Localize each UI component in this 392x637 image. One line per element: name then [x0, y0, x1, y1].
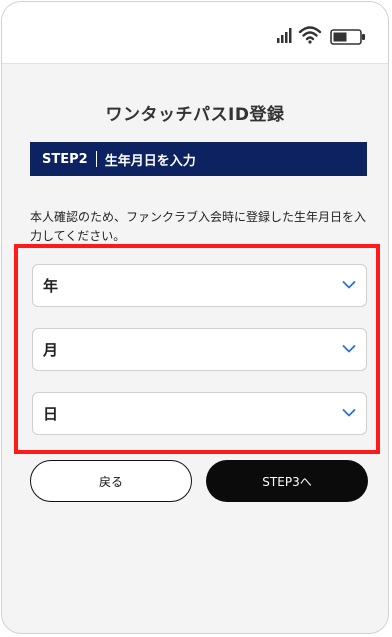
chevron-down-icon: [342, 345, 356, 353]
month-select-label: 月: [43, 341, 59, 359]
battery-icon: [330, 29, 365, 45]
back-button[interactable]: 戻る: [30, 460, 192, 502]
day-select[interactable]: 日: [32, 392, 367, 435]
month-select[interactable]: 月: [32, 328, 367, 371]
signal-icon: [277, 28, 292, 43]
chevron-down-icon: [342, 281, 356, 289]
step-label: STEP2: [42, 151, 88, 167]
next-step-button[interactable]: STEP3へ: [206, 460, 368, 502]
year-select-label: 年: [43, 277, 59, 295]
wifi-icon: [298, 26, 322, 44]
page-title: ワンタッチパスID登録: [105, 105, 285, 125]
day-select-label: 日: [43, 405, 59, 423]
status-bar: [2, 2, 388, 64]
year-select[interactable]: 年: [32, 264, 367, 307]
step-separator: [95, 151, 97, 167]
step-header: STEP2 生年月日を入力: [30, 142, 367, 176]
phone-frame: ワンタッチパスID登録 STEP2 生年月日を入力 本人確認のため、ファンクラブ…: [1, 1, 389, 634]
chevron-down-icon: [342, 409, 356, 417]
step-title: 生年月日を入力: [104, 153, 196, 169]
description-text: 本人確認のため、ファンクラブ入会時に登録した生年月日を入力してください。: [30, 210, 367, 243]
